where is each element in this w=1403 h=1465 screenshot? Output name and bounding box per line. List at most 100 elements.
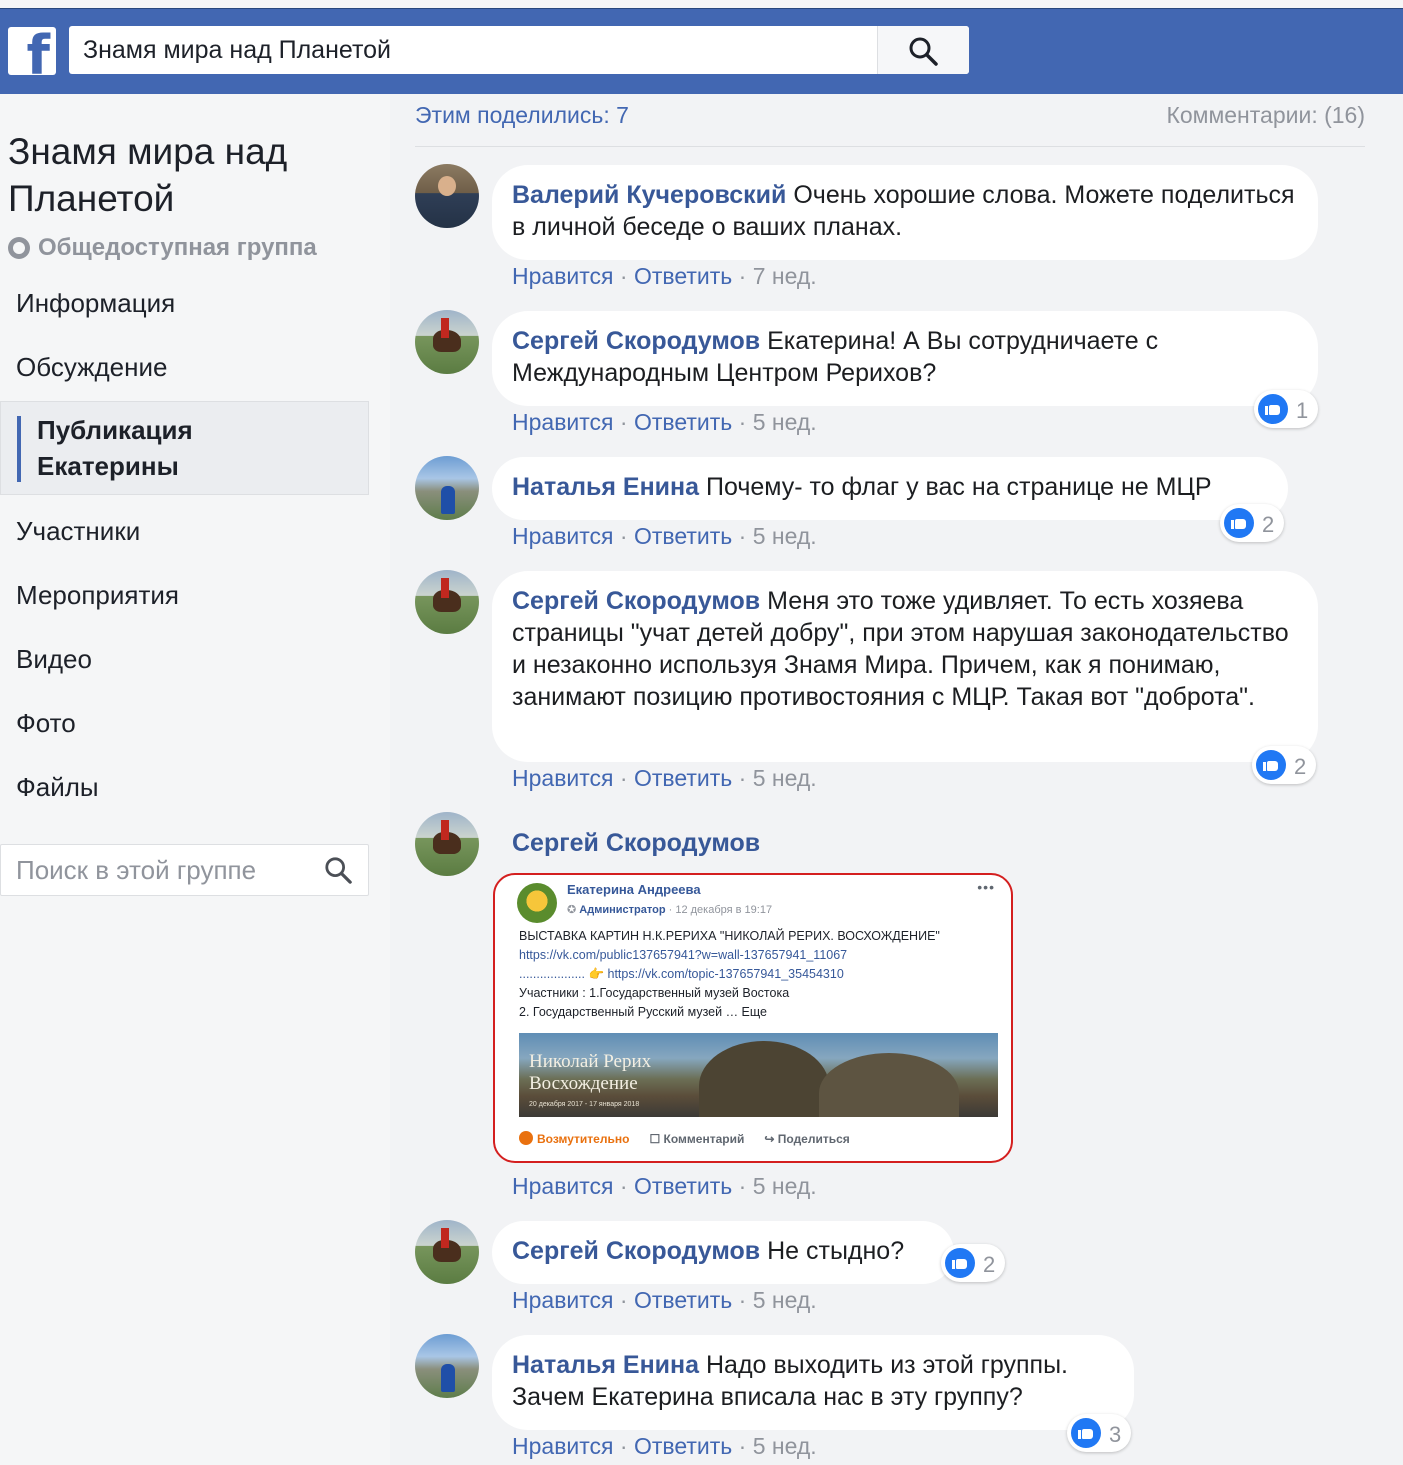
like-link[interactable]: Нравится [512,263,614,289]
attachment-meta: ✪ Администратор · 12 декабря в 19:17 [567,904,773,916]
sidebar-item-events[interactable]: Мероприятия [16,580,179,611]
reply-link[interactable]: Ответить [634,263,732,289]
avatar[interactable] [415,310,479,374]
comment-bubble: Валерий Кучеровский Очень хорошие слова.… [492,165,1318,260]
group-search-input[interactable]: Поиск в этой группе [0,844,369,896]
comment-actions: Нравится · Ответить · 5 нед. [512,1287,817,1313]
group-privacy: Общедоступная группа [8,234,317,262]
painting-image: Николай Рерих Восхождение 20 декабря 2017… [519,1033,998,1117]
reply-link[interactable]: Ответить [634,1433,732,1459]
attachment-line: Участники : 1.Государственный музей Вост… [519,986,790,1000]
image-title: Николай Рерих Восхождение [529,1051,652,1094]
comment-author[interactable]: Сергей Скородумов [512,587,760,615]
facebook-logo-icon[interactable]: f [8,27,56,75]
avatar[interactable] [415,812,479,876]
like-icon [1224,508,1254,538]
global-search-input[interactable]: Знамя мира над Планетой [69,26,969,74]
divider [415,146,1365,147]
comment-text: Почему- то флаг у вас на странице не МЦР [706,473,1212,501]
avatar[interactable] [415,1220,479,1284]
attachment-author: Екатерина Андреева [567,882,701,897]
comment-actions: Нравится · Ответить · 5 нед. [512,523,817,549]
comment-actions: Нравится · Ответить · 5 нед. [512,1173,817,1199]
top-strip [0,0,1403,8]
like-icon [1256,750,1286,780]
like-link[interactable]: Нравится [512,409,614,435]
search-icon [909,37,938,66]
sidebar-item-label: Публикация Екатерины [37,415,193,481]
reply-link[interactable]: Ответить [634,765,732,791]
search-button[interactable] [877,26,969,74]
comment-actions: Нравится · Ответить · 5 нед. [512,765,817,791]
mountain-shape [819,1053,959,1117]
search-icon[interactable] [324,856,352,884]
comment-text: Не стыдно? [767,1237,905,1265]
comment-bubble: Наталья Енина Надо выходить из этой груп… [492,1335,1134,1430]
attachment-line: 2. Государственный Русский музей … Еще [519,1005,767,1019]
avatar[interactable] [415,456,479,520]
comments-count[interactable]: Комментарии: (16) [1166,102,1365,129]
group-search-placeholder: Поиск в этой группе [16,855,257,885]
comment-time[interactable]: 5 нед. [753,523,817,549]
sidebar-item-files[interactable]: Файлы [16,772,99,803]
comment-time[interactable]: 5 нед. [753,1173,817,1199]
comment-author[interactable]: Наталья Енина [512,1351,699,1379]
comment-author[interactable]: Валерий Кучеровский [512,181,786,209]
like-link[interactable]: Нравится [512,1433,614,1459]
sidebar-item-members[interactable]: Участники [16,516,140,547]
comment-time[interactable]: 5 нед. [753,1433,817,1459]
sidebar-item-videos[interactable]: Видео [16,644,92,675]
comment-time[interactable]: 5 нед. [753,1287,817,1313]
attachment-line: ВЫСТАВКА КАРТИН Н.К.РЕРИХА "НИКОЛАЙ РЕРИ… [519,929,940,943]
comment-actions: Нравится · Ответить · 5 нед. [512,1433,817,1459]
like-icon [1258,394,1288,424]
comment-time[interactable]: 7 нед. [753,263,817,289]
like-link[interactable]: Нравится [512,523,614,549]
attachment-link: https://vk.com/public137657941?w=wall-13… [519,948,848,962]
reply-link[interactable]: Ответить [634,1287,732,1313]
avatar[interactable] [415,570,479,634]
comment-author[interactable]: Наталья Енина [512,473,699,501]
reply-link[interactable]: Ответить [634,409,732,435]
angry-reaction-icon [519,1131,533,1145]
like-link[interactable]: Нравится [512,1287,614,1313]
sidebar-item-discussion[interactable]: Обсуждение [16,352,167,383]
top-navigation-bar: f Знамя мира над Планетой [0,8,1403,94]
mountain-shape [699,1041,829,1117]
avatar[interactable] [415,164,479,228]
like-icon [1071,1418,1101,1448]
privacy-label: Общедоступная группа [38,234,317,261]
comment-author[interactable]: Сергей Скородумов [512,1237,760,1265]
left-sidebar: Знамя мира над Планетой Общедоступная гр… [0,94,390,1465]
reaction-count[interactable]: 2 [1252,746,1317,784]
reply-link[interactable]: Ответить [634,523,732,549]
like-link[interactable]: Нравится [512,765,614,791]
reaction-count[interactable]: 2 [941,1244,1006,1282]
search-query[interactable]: Знамя мира над Планетой [83,26,391,74]
sidebar-item-publication[interactable]: Публикация Екатерины [0,401,369,495]
reaction-count[interactable]: 3 [1067,1414,1132,1452]
shares-link[interactable]: Этим поделились: 7 [415,102,629,129]
comment-bubble: Сергей Скородумов Не стыдно? [492,1221,954,1284]
group-title[interactable]: Знамя мира над Планетой [8,128,378,222]
sidebar-item-info[interactable]: Информация [16,288,175,319]
comment-time[interactable]: 5 нед. [753,409,817,435]
comment-author[interactable]: Сергей Скородумов [512,327,760,355]
attachment-footer: Возмутительно ☐ Комментарий ↪ Поделиться [519,1131,850,1146]
comment-actions: Нравится · Ответить · 5 нед. [512,409,817,435]
comment-time[interactable]: 5 нед. [753,765,817,791]
avatar[interactable] [415,1334,479,1398]
reaction-count[interactable]: 1 [1254,390,1319,428]
comment-author[interactable]: Сергей Скородумов [512,829,760,858]
reaction-count[interactable]: 2 [1220,504,1285,542]
like-icon [945,1248,975,1278]
attached-screenshot[interactable]: Екатерина Андреева ✪ Администратор · 12 … [493,873,1013,1163]
reply-link[interactable]: Ответить [634,1173,732,1199]
active-indicator [17,416,21,482]
more-icon: ••• [977,879,995,895]
like-link[interactable]: Нравится [512,1173,614,1199]
sidebar-item-photos[interactable]: Фото [16,708,76,739]
globe-icon [8,237,30,259]
comment-bubble: Сергей Скородумов Екатерина! А Вы сотруд… [492,311,1318,406]
attachment-link: ................... 👉 https://vk.com/top… [519,967,844,981]
